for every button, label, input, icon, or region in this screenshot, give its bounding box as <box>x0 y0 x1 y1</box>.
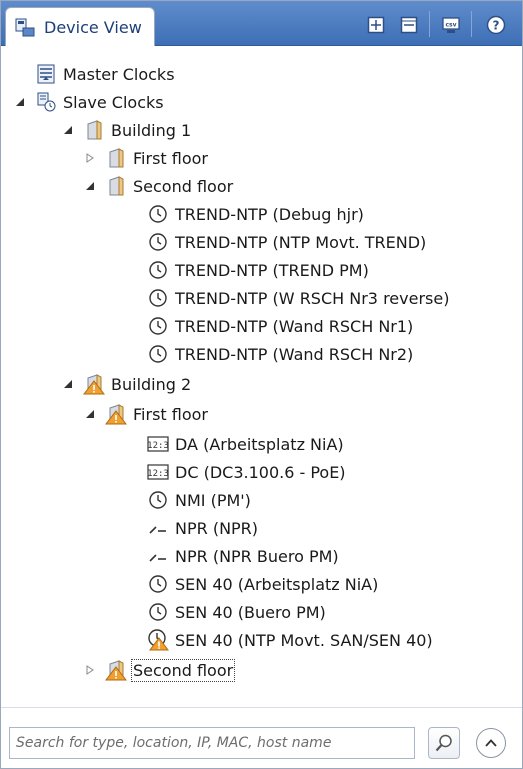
tree-item-label: First floor <box>133 148 208 168</box>
tree-item-building-1-second-floor[interactable]: Second floor <box>83 172 233 200</box>
tree-item-master-clocks[interactable]: Master Clocks <box>35 60 175 88</box>
tree-item-label: TREND-NTP (TREND PM) <box>175 260 369 280</box>
collapse-search-button[interactable] <box>476 728 506 758</box>
tree-item-label: TREND-NTP (Debug hjr) <box>175 204 364 224</box>
clock-icon <box>147 203 169 225</box>
tree-item-label: Building 2 <box>111 374 192 394</box>
floor-icon <box>105 175 127 197</box>
search-icon <box>435 734 452 752</box>
svg-text:12:3: 12:3 <box>147 469 169 479</box>
clock-icon <box>147 259 169 281</box>
expand-all-icon <box>367 16 385 34</box>
svg-text:12:3: 12:3 <box>147 441 169 451</box>
tree-item-device[interactable]: TREND-NTP (Debug hjr) <box>147 200 364 228</box>
svg-text:?: ? <box>493 19 500 33</box>
tree-item-label: NPR (NPR) <box>175 518 259 538</box>
tree-item-label: TREND-NTP (Wand RSCH Nr2) <box>175 344 414 364</box>
search-input[interactable] <box>9 727 415 759</box>
tree-item-building-2[interactable]: Building 2 <box>61 370 191 398</box>
toolbar-separator <box>471 11 472 37</box>
csv-export-button[interactable]: csv <box>438 13 464 37</box>
tree-item-device[interactable]: SEN 40 (NTP Movt. SAN/SEN 40) <box>147 626 433 654</box>
clock-icon <box>147 573 169 595</box>
clock-warning-icon <box>147 629 169 651</box>
device-view-icon <box>15 18 35 37</box>
tree-item-device[interactable]: SEN 40 (Arbeitsplatz NiA) <box>147 570 378 598</box>
collapse-all-button[interactable] <box>396 13 422 37</box>
clock-icon <box>147 601 169 623</box>
tree-item-label: Building 1 <box>111 120 192 140</box>
expand-all-button[interactable] <box>363 13 389 37</box>
pulse-icon <box>147 545 169 567</box>
tree-item-label: SEN 40 (Buero PM) <box>175 602 326 622</box>
tree-item-label: Second floor <box>133 176 234 196</box>
tree-item-label: NMI (PM') <box>175 490 251 510</box>
tree-item-device[interactable]: TREND-NTP (NTP Movt. TREND) <box>147 228 426 256</box>
collapse-all-icon <box>400 16 418 34</box>
slave-clock-icon <box>35 91 57 113</box>
digital-clock-icon: 12:3 <box>147 433 169 455</box>
tab-device-view[interactable]: Device View <box>5 7 155 46</box>
csv-export-icon: csv <box>442 17 460 33</box>
pulse-icon <box>147 517 169 539</box>
tree-item-device[interactable]: TREND-NTP (TREND PM) <box>147 256 369 284</box>
tree-item-building-1-first-floor[interactable]: First floor <box>83 144 208 172</box>
master-clock-icon <box>35 63 57 85</box>
tree-item-label: Second floor <box>130 658 236 682</box>
footer-divider <box>1 707 522 708</box>
panel-header: Device View csv ? <box>1 1 522 46</box>
tree-item-label: First floor <box>133 404 208 424</box>
tree-item-label: TREND-NTP (Wand RSCH Nr1) <box>175 316 414 336</box>
tree-item-device[interactable]: NPR (NPR Buero PM) <box>147 542 339 570</box>
floor-warning-icon <box>105 403 127 425</box>
chevron-up-icon <box>485 739 497 747</box>
clock-icon <box>147 287 169 309</box>
tree-item-label: DA (Arbeitsplatz NiA) <box>175 434 344 454</box>
expanded-arrow-icon[interactable] <box>83 407 97 421</box>
building-icon <box>83 119 105 141</box>
device-view-panel: Device View csv ? Master Clocks Slave Cl… <box>0 0 523 769</box>
expanded-arrow-icon[interactable] <box>13 95 27 109</box>
tree-item-label: SEN 40 (NTP Movt. SAN/SEN 40) <box>175 630 433 650</box>
help-button[interactable]: ? <box>483 13 509 37</box>
expanded-arrow-icon[interactable] <box>61 377 75 391</box>
building-warning-icon <box>83 373 105 395</box>
tree-item-label: Slave Clocks <box>63 92 164 112</box>
tree-item-device[interactable]: 12:3 DC (DC3.100.6 - PoE) <box>147 458 346 486</box>
tree-item-label: NPR (NPR Buero PM) <box>175 546 339 566</box>
collapsed-arrow-icon[interactable] <box>83 151 97 165</box>
tree-item-building-1[interactable]: Building 1 <box>61 116 191 144</box>
tree-item-building-2-first-floor[interactable]: First floor <box>83 400 208 428</box>
tab-label: Device View <box>44 17 142 37</box>
clock-icon <box>147 231 169 253</box>
tree-item-label: Master Clocks <box>63 64 175 84</box>
tree-item-label: TREND-NTP (NTP Movt. TREND) <box>175 232 427 252</box>
tree-item-device[interactable]: NPR (NPR) <box>147 514 258 542</box>
device-tree: Master Clocks Slave Clocks Building 1 Fi… <box>1 49 522 689</box>
expanded-arrow-icon[interactable] <box>83 179 97 193</box>
tree-item-device[interactable]: TREND-NTP (W RSCH Nr3 reverse) <box>147 284 449 312</box>
toolbar-separator <box>429 11 430 37</box>
tree-item-label: SEN 40 (Arbeitsplatz NiA) <box>175 574 379 594</box>
tree-item-label: DC (DC3.100.6 - PoE) <box>175 462 346 482</box>
tree-item-device[interactable]: TREND-NTP (Wand RSCH Nr1) <box>147 312 413 340</box>
expanded-arrow-icon[interactable] <box>61 123 75 137</box>
clock-icon <box>147 489 169 511</box>
tree-item-building-2-second-floor[interactable]: Second floor <box>83 656 236 684</box>
svg-text:csv: csv <box>445 22 456 29</box>
clock-icon <box>147 343 169 365</box>
floor-icon <box>105 147 127 169</box>
tree-item-device[interactable]: TREND-NTP (Wand RSCH Nr2) <box>147 340 413 368</box>
help-icon: ? <box>486 15 506 35</box>
tree-item-device[interactable]: SEN 40 (Buero PM) <box>147 598 326 626</box>
search-button[interactable] <box>428 727 460 759</box>
digital-clock-icon: 12:3 <box>147 461 169 483</box>
tree-item-slave-clocks[interactable]: Slave Clocks <box>13 88 164 116</box>
collapsed-arrow-icon[interactable] <box>83 663 97 677</box>
tree-item-device[interactable]: 12:3 DA (Arbeitsplatz NiA) <box>147 430 344 458</box>
tree-item-label: TREND-NTP (W RSCH Nr3 reverse) <box>175 288 450 308</box>
clock-icon <box>147 315 169 337</box>
tree-item-device[interactable]: NMI (PM') <box>147 486 251 514</box>
floor-warning-icon <box>105 659 127 681</box>
